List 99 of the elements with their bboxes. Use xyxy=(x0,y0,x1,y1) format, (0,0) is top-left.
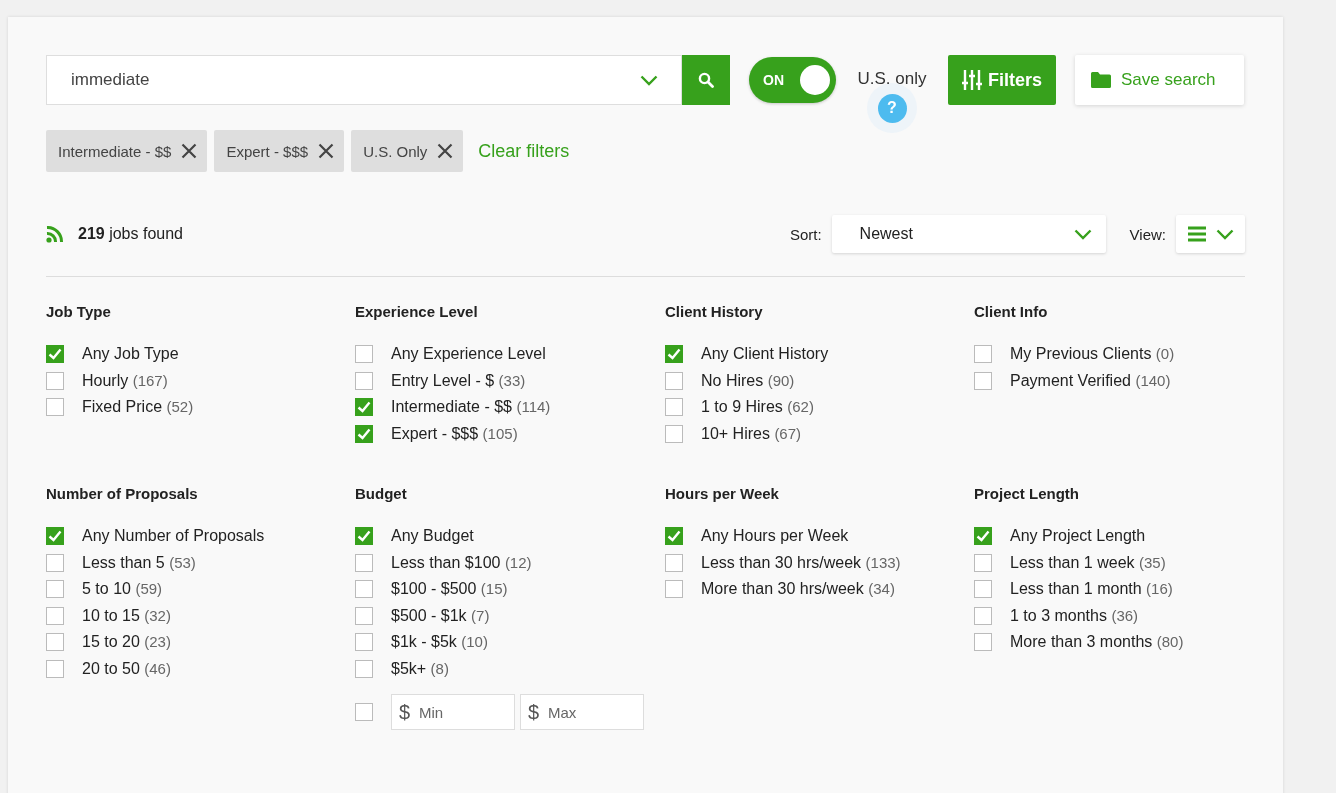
filter-option-label[interactable]: Entry Level - $ (33) xyxy=(391,371,526,390)
search-icon xyxy=(698,72,714,88)
checkbox[interactable] xyxy=(974,606,992,625)
checkbox[interactable] xyxy=(974,633,992,652)
checkbox[interactable] xyxy=(355,527,373,546)
filter-chip[interactable]: Intermediate - $$ xyxy=(46,130,208,172)
filter-option-label[interactable]: 15 to 20 (23) xyxy=(82,633,171,652)
filter-option-label[interactable]: Expert - $$$ (105) xyxy=(391,424,518,443)
results-count: 219 jobs found xyxy=(78,225,183,243)
checkbox[interactable] xyxy=(46,371,64,390)
checkbox[interactable] xyxy=(665,553,683,572)
chevron-down-icon xyxy=(1073,228,1092,240)
checkbox[interactable] xyxy=(974,345,992,364)
sliders-icon xyxy=(962,69,982,91)
checkbox[interactable] xyxy=(665,580,683,599)
list-icon xyxy=(1187,226,1206,242)
close-icon xyxy=(318,143,335,159)
currency-symbol: $ xyxy=(399,701,411,724)
checkbox[interactable] xyxy=(355,606,373,625)
checkbox[interactable] xyxy=(355,633,373,652)
filter-option-label[interactable]: Any Budget xyxy=(391,527,474,546)
checkbox[interactable] xyxy=(974,527,992,546)
filter-option-label[interactable]: No Hires (90) xyxy=(701,371,795,390)
view-dropdown[interactable] xyxy=(1176,215,1245,253)
checkbox[interactable] xyxy=(46,553,64,572)
filter-option-label[interactable]: 5 to 10 (59) xyxy=(82,580,163,599)
filter-option-label[interactable]: My Previous Clients (0) xyxy=(1010,345,1175,364)
filter-group-title: Job Type xyxy=(46,303,112,320)
filter-option-label[interactable]: 10+ Hires (67) xyxy=(701,424,802,443)
filter-option-label[interactable]: Any Job Type xyxy=(82,345,179,364)
checkbox[interactable] xyxy=(665,371,683,390)
sort-dropdown[interactable]: Newest xyxy=(831,215,1106,253)
filter-option-label[interactable]: Any Experience Level xyxy=(391,345,546,364)
filter-chip[interactable]: U.S. Only xyxy=(351,130,464,172)
view-label: View: xyxy=(1129,225,1166,243)
checkbox[interactable] xyxy=(665,398,683,417)
filter-option-label[interactable]: $100 - $500 (15) xyxy=(391,580,508,599)
folder-icon xyxy=(1091,72,1112,88)
filter-option-label[interactable]: Any Project Length xyxy=(1010,527,1146,546)
filter-option-label[interactable]: Less than 30 hrs/week (133) xyxy=(701,553,901,572)
filter-chip[interactable]: Expert - $$$ xyxy=(214,130,345,172)
checkbox[interactable] xyxy=(46,527,64,546)
rss-icon xyxy=(46,225,64,243)
checkbox[interactable] xyxy=(974,580,992,599)
checkbox[interactable] xyxy=(355,703,373,721)
filter-option-label[interactable]: Any Client History xyxy=(701,345,829,364)
filter-option-label[interactable]: $5k+ (8) xyxy=(391,659,449,678)
checkbox[interactable] xyxy=(665,527,683,546)
checkbox[interactable] xyxy=(665,345,683,364)
filter-group-title: Client History xyxy=(665,303,764,320)
filter-option-label[interactable]: Less than $100 (12) xyxy=(391,553,532,572)
filter-option-label[interactable]: More than 30 hrs/week (34) xyxy=(701,580,895,599)
filter-option-label[interactable]: 1 to 3 months (36) xyxy=(1010,606,1139,625)
sort-label: Sort: xyxy=(789,225,822,243)
checkbox[interactable] xyxy=(355,424,373,443)
filter-option-label[interactable]: Any Number of Proposals xyxy=(82,527,265,546)
filter-group-title: Number of Proposals xyxy=(46,485,199,502)
us-only-label: U.S. only xyxy=(857,69,927,89)
checkbox[interactable] xyxy=(355,398,373,417)
filter-option-label[interactable]: Hourly (167) xyxy=(82,371,168,390)
filter-option-label[interactable]: Fixed Price (52) xyxy=(82,398,194,417)
filter-option-label[interactable]: Intermediate - $$ (114) xyxy=(391,398,551,417)
filter-option-label[interactable]: Any Hours per Week xyxy=(701,527,849,546)
checkbox[interactable] xyxy=(355,553,373,572)
checkbox[interactable] xyxy=(46,580,64,599)
checkbox[interactable] xyxy=(355,659,373,678)
checkbox[interactable] xyxy=(46,659,64,678)
filter-group-title: Experience Level xyxy=(355,303,479,320)
filter-group-title: Client Info xyxy=(974,303,1049,320)
chevron-down-icon xyxy=(640,75,658,86)
filter-option-label[interactable]: Less than 5 (53) xyxy=(82,553,196,572)
checkbox[interactable] xyxy=(974,371,992,390)
filter-group-title: Budget xyxy=(355,485,408,502)
checkbox[interactable] xyxy=(355,580,373,599)
close-icon xyxy=(437,143,454,159)
close-icon xyxy=(181,143,198,159)
checkbox[interactable] xyxy=(46,606,64,625)
checkbox[interactable] xyxy=(46,345,64,364)
checkbox[interactable] xyxy=(974,553,992,572)
checkbox[interactable] xyxy=(665,424,683,443)
chevron-down-icon xyxy=(1215,228,1234,240)
filter-option-label[interactable]: $1k - $5k (10) xyxy=(391,633,488,652)
filter-option-label[interactable]: 10 to 15 (32) xyxy=(82,606,171,625)
filter-group-title: Hours per Week xyxy=(665,485,780,502)
filter-option-label[interactable]: Less than 1 month (16) xyxy=(1010,580,1173,599)
filter-option-label[interactable]: More than 3 months (80) xyxy=(1010,633,1184,652)
checkbox[interactable] xyxy=(46,398,64,417)
search-field[interactable]: immediate xyxy=(46,55,682,105)
search-button[interactable] xyxy=(682,55,730,105)
checkbox[interactable] xyxy=(46,633,64,652)
filter-option-label[interactable]: 20 to 50 (46) xyxy=(82,659,171,678)
checkbox[interactable] xyxy=(355,371,373,390)
filter-option-label[interactable]: 1 to 9 Hires (62) xyxy=(701,398,814,417)
filter-option-label[interactable]: Payment Verified (140) xyxy=(1010,371,1171,390)
filter-option-label[interactable]: $500 - $1k (7) xyxy=(391,606,490,625)
filter-option-label[interactable]: Less than 1 week (35) xyxy=(1010,553,1166,572)
filter-group-title: Project Length xyxy=(974,485,1080,502)
checkbox[interactable] xyxy=(355,345,373,364)
currency-symbol: $ xyxy=(528,701,540,724)
